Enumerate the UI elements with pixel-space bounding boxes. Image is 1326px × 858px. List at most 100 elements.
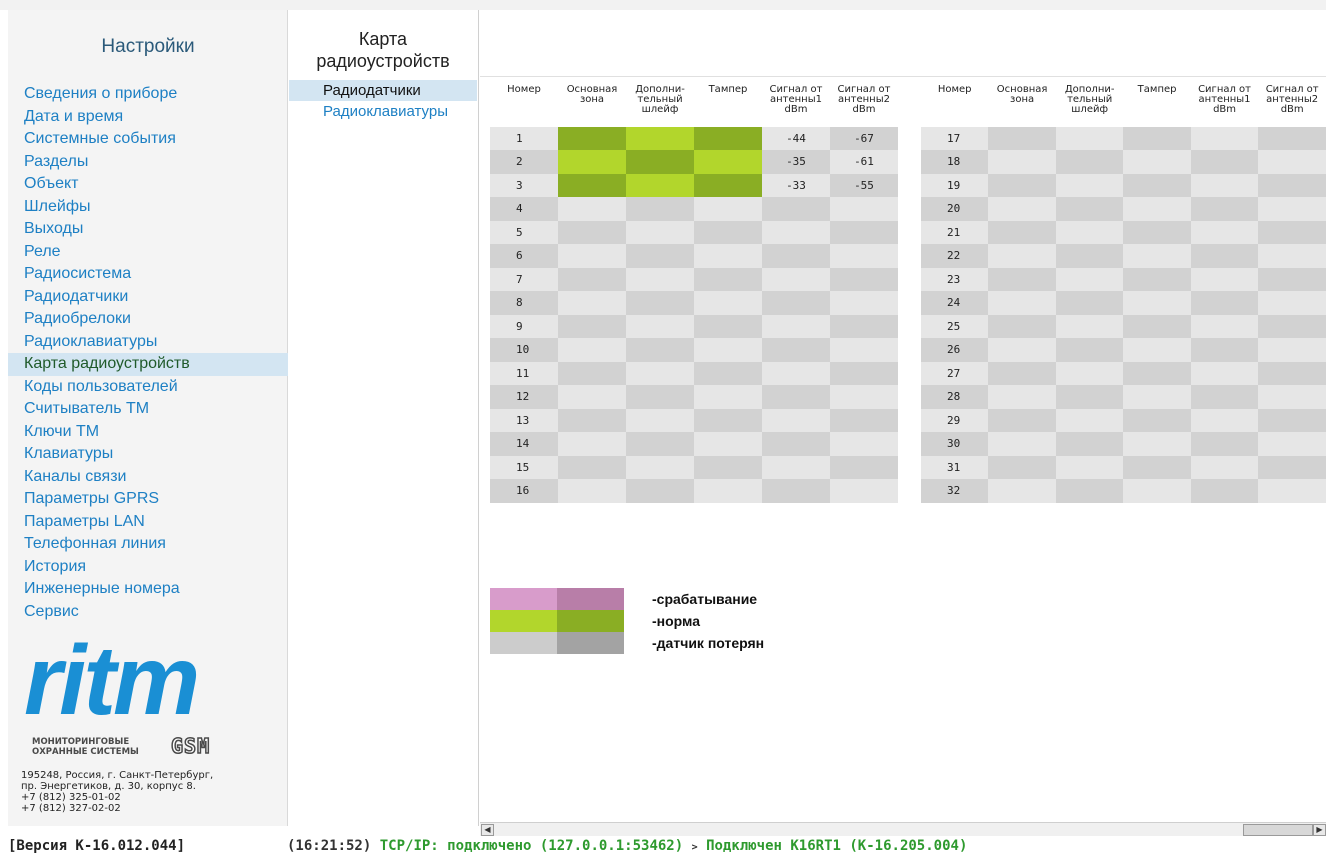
signal-sig2 (830, 314, 898, 338)
signal-sig1: -44 (762, 127, 830, 150)
sensor-state-loop (1055, 267, 1124, 291)
sensor-state-loop (1055, 150, 1124, 174)
company-address: 195248, Россия, г. Санкт-Петербург, пр. … (21, 770, 213, 814)
sensor-state-tamper (694, 197, 762, 221)
sidebar-item[interactable]: Сведения о приборе (8, 83, 288, 106)
scroll-left-icon[interactable]: ◀ (481, 824, 494, 836)
sidebar-item[interactable]: Выходы (8, 218, 288, 241)
signal-sig1 (1190, 479, 1259, 503)
device-status: Подключен К16RT1 (К-16.205.004) (706, 838, 968, 854)
sidebar-item[interactable]: Радиосистема (8, 263, 288, 286)
logo-subtitle: МОНИТОРИНГОВЫЕ ОХРАННЫЕ СИСТЕМЫ (32, 737, 139, 757)
table-row: 7 (490, 267, 898, 291)
sensor-state-loop (626, 220, 694, 244)
sensor-state-tamper (694, 267, 762, 291)
horizontal-scrollbar[interactable]: ◀ ▶ (480, 822, 1326, 837)
sensor-state-tamper (1123, 432, 1191, 456)
submenu-panel: Карта радиоустройств Радиодатчики Радиокл… (289, 10, 479, 826)
signal-sig2 (830, 197, 898, 221)
sidebar-item[interactable]: Разделы (8, 151, 288, 174)
sensor-number: 30 (921, 432, 989, 456)
signal-sig2: -55 (830, 173, 898, 197)
sensor-state-zone (558, 408, 626, 432)
logo-gsm: GSM (170, 733, 211, 759)
address-line: 195248, Россия, г. Санкт-Петербург, (21, 770, 214, 781)
table-row: 3 -33 -55 (490, 173, 898, 197)
sensor-number: 6 (490, 244, 558, 268)
sidebar-item[interactable]: Сервис (8, 601, 288, 624)
column-header: Тампер (708, 84, 748, 95)
sensor-number: 4 (490, 197, 558, 221)
sensor-state-loop (1055, 385, 1124, 409)
column-header: Дополни-тельный шлейф (1064, 84, 1115, 115)
window-top-strip (0, 0, 1326, 10)
column-header: Тампер (1137, 84, 1177, 95)
table-row: 21 (921, 220, 1326, 244)
table-row: 14 (490, 432, 898, 456)
phone-line: +7 (812) 325-01-02 (21, 792, 121, 803)
sensor-state-loop (626, 455, 694, 479)
signal-sig1 (1190, 314, 1259, 338)
sidebar-item[interactable]: Системные события (8, 128, 288, 151)
signal-sig1 (762, 408, 830, 432)
signal-sig1 (1190, 385, 1259, 409)
sensor-number: 15 (490, 455, 558, 479)
sidebar-item[interactable]: Телефонная линия (8, 533, 288, 556)
sidebar-item[interactable]: Радиоклавиатуры (8, 331, 288, 354)
sensor-number: 23 (921, 267, 989, 291)
sensor-state-zone (558, 173, 626, 197)
sidebar-item[interactable]: Коды пользователей (8, 376, 288, 399)
sensor-state-zone (988, 127, 1056, 150)
signal-sig1 (762, 479, 830, 503)
sensor-state-tamper (694, 455, 762, 479)
sensor-state-zone (988, 479, 1056, 503)
sidebar-item[interactable]: Параметры GPRS (8, 488, 288, 511)
sidebar-item[interactable]: Клавиатуры (8, 443, 288, 466)
sensor-number: 22 (921, 244, 989, 268)
sidebar-item[interactable]: Радиобрелоки (8, 308, 288, 331)
submenu-item[interactable]: Радиоклавиатуры (289, 101, 477, 122)
sensor-number: 28 (921, 385, 989, 409)
sidebar-item[interactable]: Параметры LAN (8, 511, 288, 534)
sidebar-item[interactable]: Объект (8, 173, 288, 196)
sensor-number: 25 (921, 314, 989, 338)
sidebar-item[interactable]: Реле (8, 241, 288, 264)
scroll-thumb[interactable] (1243, 824, 1313, 836)
signal-sig1 (1190, 338, 1259, 362)
scroll-right-icon[interactable]: ▶ (1313, 824, 1326, 836)
sensor-state-zone (558, 314, 626, 338)
submenu-item[interactable]: Радиодатчики (289, 80, 477, 101)
sidebar-item[interactable]: Дата и время (8, 106, 288, 129)
sidebar-item[interactable]: Считыватель ТМ (8, 398, 288, 421)
sensor-state-loop (1055, 338, 1124, 362)
sensor-state-loop (1055, 432, 1124, 456)
sensor-state-zone (988, 173, 1056, 197)
sensor-number: 26 (921, 338, 989, 362)
signal-sig1 (762, 220, 830, 244)
signal-sig1 (762, 244, 830, 268)
table-row: 13 (490, 408, 898, 432)
sidebar-item[interactable]: Радиодатчики (8, 286, 288, 309)
sidebar-item[interactable]: Инженерные номера (8, 578, 288, 601)
sensor-state-tamper (694, 150, 762, 174)
signal-sig2 (1258, 150, 1326, 174)
signal-sig1 (762, 338, 830, 362)
sidebar-item[interactable]: История (8, 556, 288, 579)
sidebar-item[interactable]: Шлейфы (8, 196, 288, 219)
sidebar-item[interactable]: Карта радиоустройств (8, 353, 288, 376)
sensor-state-tamper (694, 220, 762, 244)
sensor-state-tamper (1123, 314, 1191, 338)
sidebar-item[interactable]: Ключи ТМ (8, 421, 288, 444)
signal-sig2: -67 (830, 127, 898, 150)
sensor-state-loop (626, 479, 694, 503)
signal-sig2 (830, 479, 898, 503)
sensor-state-tamper (1123, 291, 1191, 315)
sensor-number: 27 (921, 361, 989, 385)
sidebar-item[interactable]: Каналы связи (8, 466, 288, 489)
divider (480, 76, 1326, 77)
sensor-state-tamper (1123, 267, 1191, 291)
signal-sig2 (1258, 220, 1326, 244)
signal-sig2 (1258, 408, 1326, 432)
signal-sig2 (1258, 291, 1326, 315)
column-header: Основная зона (566, 84, 618, 105)
